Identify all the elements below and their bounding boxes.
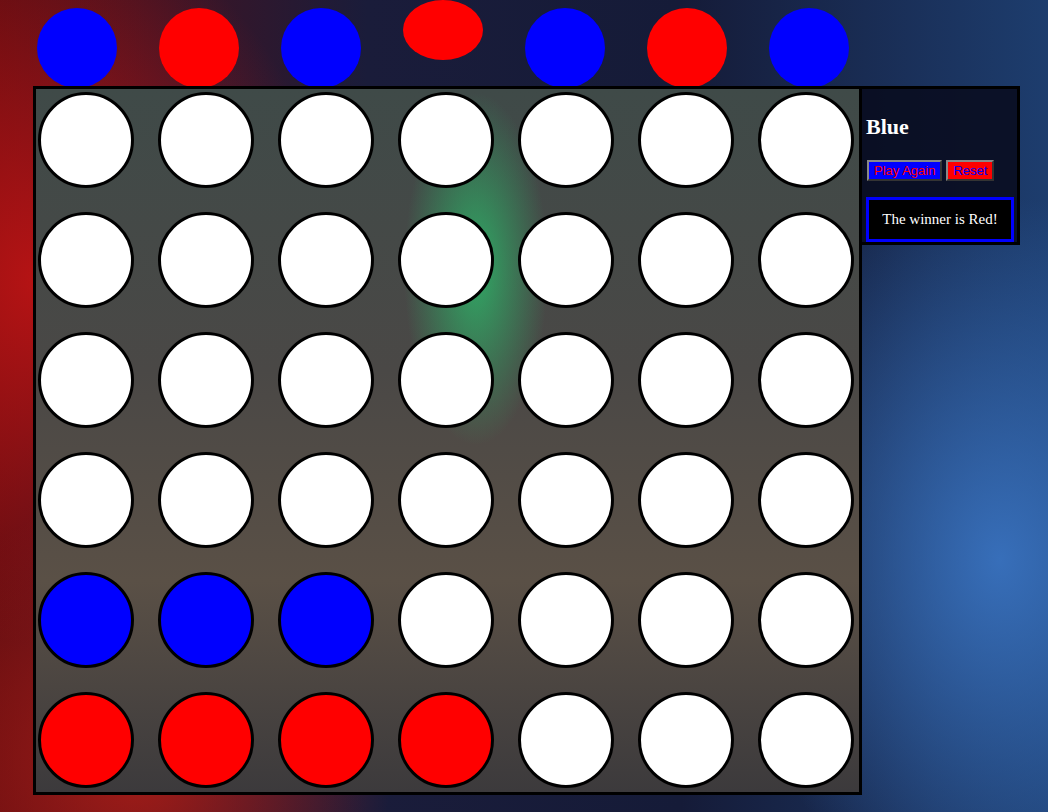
board-cell[interactable] — [398, 92, 494, 188]
drop-disc[interactable] — [37, 8, 117, 88]
play-again-button[interactable]: Play Again — [867, 160, 942, 181]
board-cell[interactable] — [278, 212, 374, 308]
board-cell[interactable] — [398, 212, 494, 308]
board-cell[interactable] — [278, 92, 374, 188]
drop-disc[interactable] — [769, 8, 849, 88]
board-cell[interactable] — [278, 572, 374, 668]
board-cell[interactable] — [638, 452, 734, 548]
board-cell[interactable] — [518, 332, 614, 428]
board-cell[interactable] — [38, 92, 134, 188]
board-cell[interactable] — [638, 572, 734, 668]
board-cell[interactable] — [518, 212, 614, 308]
board-cell[interactable] — [38, 212, 134, 308]
board-cell[interactable] — [278, 332, 374, 428]
drop-disc[interactable] — [281, 8, 361, 88]
board-cell[interactable] — [38, 572, 134, 668]
turn-label: Blue — [866, 116, 1014, 138]
board-cell[interactable] — [518, 452, 614, 548]
board-cell[interactable] — [758, 572, 854, 668]
winner-message: The winner is Red! — [866, 197, 1014, 242]
board-cell[interactable] — [38, 452, 134, 548]
board-cell[interactable] — [758, 692, 854, 788]
board-cell[interactable] — [638, 332, 734, 428]
board-cell[interactable] — [518, 92, 614, 188]
drop-disc[interactable] — [403, 0, 483, 60]
board-cell[interactable] — [158, 452, 254, 548]
board-cell[interactable] — [278, 692, 374, 788]
board-cell[interactable] — [398, 332, 494, 428]
board-cell[interactable] — [38, 332, 134, 428]
button-group: Play AgainReset — [864, 160, 1014, 181]
side-panel: Blue Play AgainReset The winner is Red! — [862, 86, 1020, 245]
board-cell[interactable] — [278, 452, 374, 548]
board-cell[interactable] — [158, 212, 254, 308]
reset-button[interactable]: Reset — [946, 160, 994, 181]
drop-disc[interactable] — [647, 8, 727, 88]
board-cell[interactable] — [38, 692, 134, 788]
board-cell[interactable] — [398, 452, 494, 548]
board-cell[interactable] — [638, 692, 734, 788]
board-cell[interactable] — [398, 572, 494, 668]
board-cell[interactable] — [638, 92, 734, 188]
board-cell[interactable] — [518, 692, 614, 788]
board-cell[interactable] — [158, 572, 254, 668]
board-cell[interactable] — [518, 572, 614, 668]
board-cell[interactable] — [158, 92, 254, 188]
board-cell[interactable] — [758, 452, 854, 548]
board-cell[interactable] — [758, 332, 854, 428]
board-cell[interactable] — [638, 212, 734, 308]
drop-disc[interactable] — [159, 8, 239, 88]
drop-disc[interactable] — [525, 8, 605, 88]
board-cell[interactable] — [158, 332, 254, 428]
game-board — [33, 86, 862, 795]
drop-row — [33, 0, 1048, 86]
board-cell[interactable] — [758, 92, 854, 188]
game: Blue Play AgainReset The winner is Red! — [0, 0, 1048, 795]
board-cell[interactable] — [758, 212, 854, 308]
board-cell[interactable] — [158, 692, 254, 788]
board-cell[interactable] — [398, 692, 494, 788]
